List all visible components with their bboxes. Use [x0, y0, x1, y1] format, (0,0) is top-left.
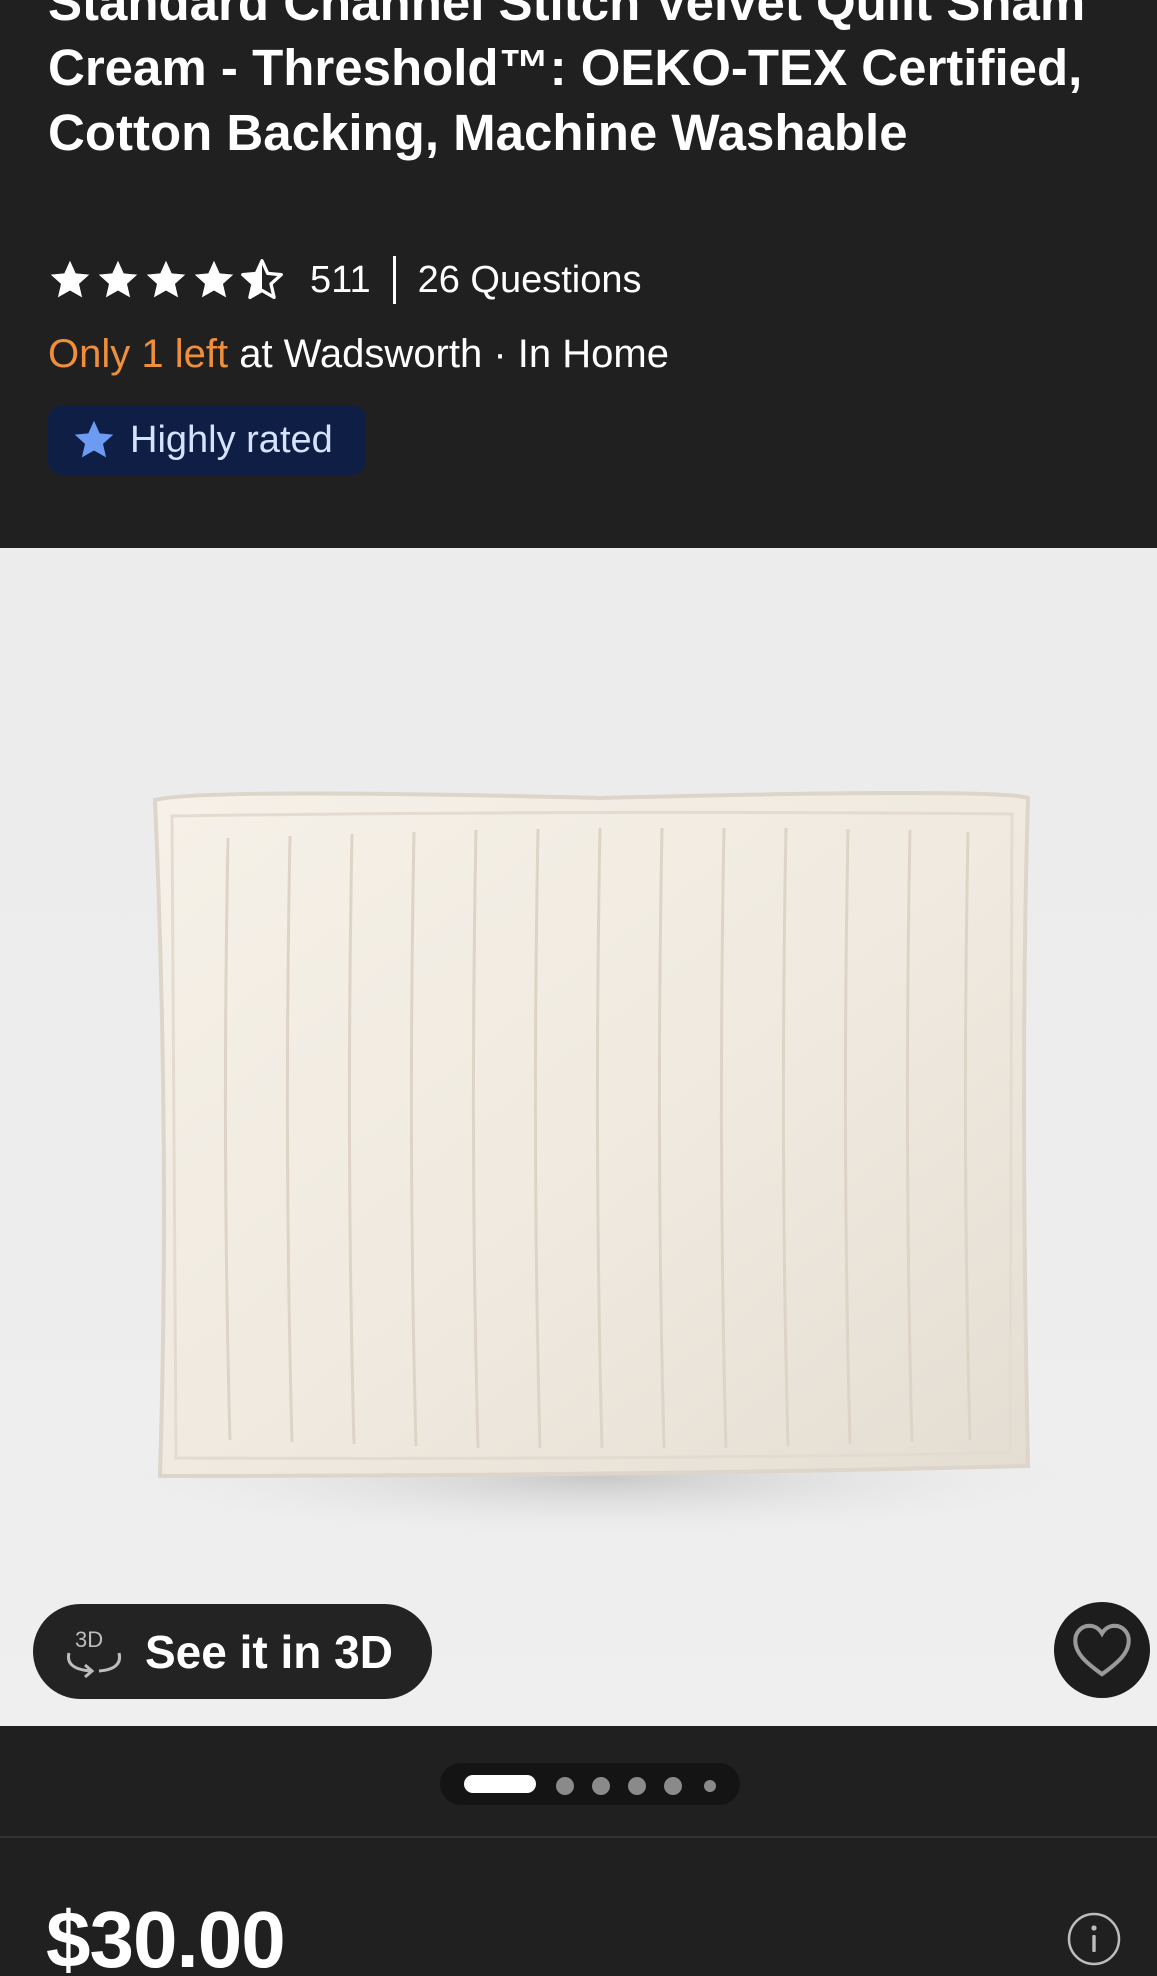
price: $30.00 — [46, 1895, 286, 1976]
half-star-icon — [241, 259, 283, 300]
stock-status[interactable]: Only 1 left at Wadsworth · In Home — [48, 328, 669, 380]
star-icon — [74, 420, 114, 458]
favorite-button[interactable] — [1054, 1602, 1150, 1698]
highly-rated-badge: Highly rated — [48, 405, 366, 475]
badge-label: Highly rated — [130, 418, 333, 461]
see-in-3d-button[interactable]: 3D See it in 3D — [33, 1604, 432, 1699]
3d-rotate-icon: 3D — [66, 1627, 122, 1678]
star-icon — [98, 260, 138, 298]
star-icon — [146, 260, 186, 298]
divider — [0, 1836, 1157, 1838]
pagination-dot-active[interactable] — [464, 1775, 536, 1793]
svg-text:3D: 3D — [75, 1627, 103, 1652]
star-rating — [48, 258, 284, 302]
pagination-dot[interactable] — [628, 1777, 646, 1795]
see-in-3d-label: See it in 3D — [145, 1625, 393, 1678]
pagination-dot[interactable] — [704, 1780, 716, 1792]
star-icon — [194, 260, 234, 298]
divider — [392, 256, 396, 304]
stock-count: Only 1 left — [48, 332, 229, 376]
product-image — [120, 791, 1080, 1538]
star-icon — [50, 260, 90, 298]
carousel-pagination — [0, 1726, 1157, 1836]
product-image-carousel[interactable]: 3D See it in 3D — [0, 548, 1157, 1726]
heart-icon — [1073, 1623, 1131, 1677]
pagination-dots[interactable] — [440, 1763, 740, 1805]
review-count[interactable]: 511 — [310, 259, 371, 302]
product-title: Standard Channel Stitch Velvet Quilt Sha… — [48, 0, 1086, 161]
store-location: at Wadsworth · In Home — [228, 332, 669, 376]
pagination-dot[interactable] — [664, 1777, 682, 1795]
questions-link[interactable]: 26 Questions — [418, 259, 642, 302]
pagination-dot[interactable] — [556, 1777, 574, 1795]
info-icon[interactable] — [1067, 1912, 1121, 1966]
product-header: Standard Channel Stitch Velvet Quilt Sha… — [0, 0, 1157, 548]
rating-row[interactable]: 511 26 Questions — [48, 252, 642, 308]
pagination-dot[interactable] — [592, 1777, 610, 1795]
